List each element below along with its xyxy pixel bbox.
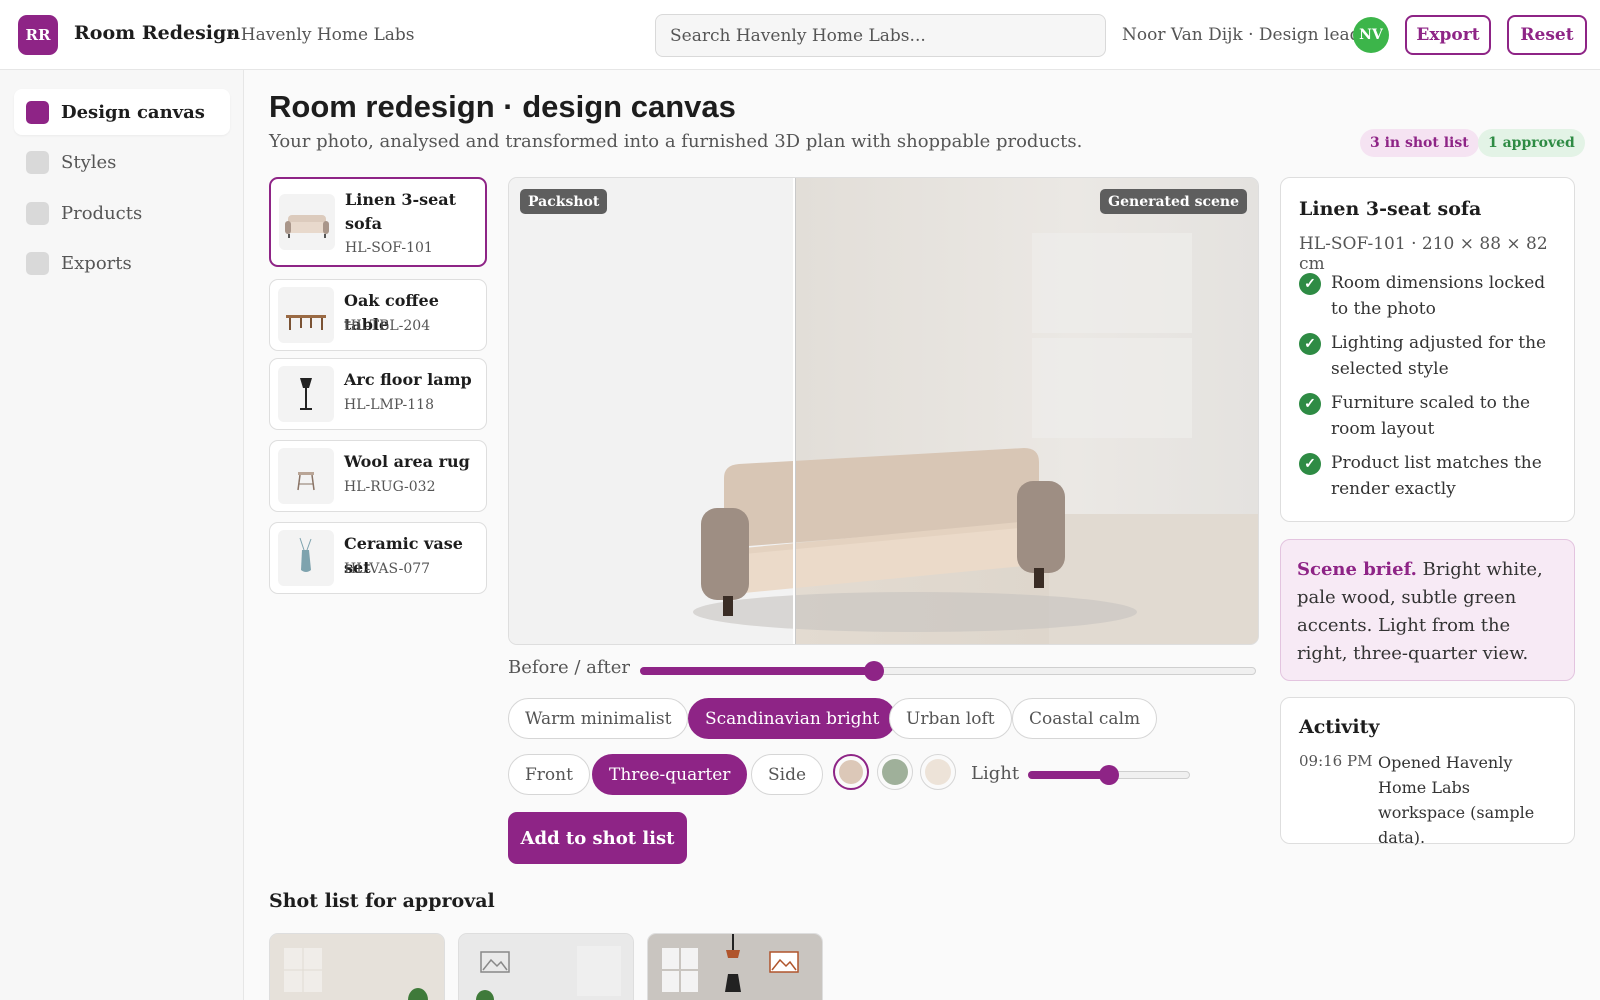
sidebar-item-label: Design canvas [61,101,205,123]
sofa-icon [279,194,335,250]
check-circle-icon: ✓ [1299,393,1321,415]
product-card-area-rug[interactable]: Wool area rug HL-RUG-032 [269,440,487,512]
check-item: ✓ Product list matches the render exactl… [1299,450,1561,502]
style-chip-warm-minimalist[interactable]: Warm minimalist [508,698,689,739]
slider-thumb[interactable] [1099,765,1119,785]
slider-thumb[interactable] [864,661,885,681]
slider-fill [1028,771,1109,779]
check-circle-icon: ✓ [1299,273,1321,295]
reset-button[interactable]: Reset [1507,15,1587,55]
product-card-floor-lamp[interactable]: Arc floor lamp HL-LMP-118 [269,358,487,430]
sidebar-item-products[interactable]: Products [14,190,230,236]
product-sku: HL-RUG-032 [344,479,436,495]
product-sku: HL-SOF-101 [345,240,433,256]
generated-scene-tag: Generated scene [1100,189,1247,214]
activity-time: 09:16 PM [1299,752,1373,770]
sidebar-item-label: Products [61,202,143,224]
color-swatch-beige[interactable] [833,754,869,790]
stool-icon [278,448,334,504]
check-circle-icon: ✓ [1299,333,1321,355]
shot-list-title: Shot list for approval [269,890,495,912]
app-logo[interactable]: RR [18,15,58,55]
product-card-sofa[interactable]: Linen 3-seat sofa HL-SOF-101 [269,177,487,267]
sidebar-item-exports[interactable]: Exports [14,240,230,286]
nav-square-icon [26,201,49,225]
selected-product-meta: HL-SOF-101 · 210 × 88 × 82 cm [1299,234,1548,274]
sidebar-item-label: Exports [61,252,132,274]
shot-list-count-badge: 3 in shot list [1360,129,1479,157]
view-chip-three-quarter[interactable]: Three-quarter [592,754,748,795]
page-title: Room redesign · design canvas [269,89,736,124]
sidebar: Design canvas Styles Products Exports [0,70,244,1000]
product-sku: HL-LMP-118 [344,397,434,413]
scene-thumbnail-image [459,934,633,1000]
activity-panel: Activity 09:16 PM Opened Havenly Home La… [1280,697,1575,847]
activity-text: Opened Havenly Home Labs workspace (samp… [1378,753,1535,847]
activity-title: Activity [1299,716,1380,738]
before-after-label: Before / after [508,657,631,678]
product-name: Arc floor lamp [344,370,472,389]
selected-product-panel: Linen 3-seat sofa HL-SOF-101 · 210 × 88 … [1280,177,1575,522]
canvas-scene [509,178,1258,644]
check-circle-icon: ✓ [1299,453,1321,475]
before-after-slider[interactable] [640,659,1256,683]
avatar[interactable]: NV [1353,17,1389,53]
table-icon [278,287,334,343]
scene-thumbnail-image [648,934,822,1000]
scene-brief-label: Scene brief. [1297,559,1417,580]
shot-thumbnail[interactable] [269,933,445,1000]
style-chip-coastal-calm[interactable]: Coastal calm [1012,698,1158,739]
check-item: ✓ Furniture scaled to the room layout [1299,390,1561,442]
nav-square-icon [26,150,49,174]
product-name: Wool area rug [344,452,470,471]
vase-icon [278,530,334,586]
scene-brief: Scene brief. Bright white, pale wood, su… [1280,539,1575,681]
nav-square-icon [26,251,49,275]
user-name: Noor Van Dijk · Design lead [1122,25,1361,45]
slider-fill [640,667,875,675]
check-item: ✓ Lighting adjusted for the selected sty… [1299,330,1561,382]
view-chip-front[interactable]: Front [508,754,590,795]
product-sku: HL-TBL-204 [344,318,431,334]
nav-square-icon [26,100,49,124]
product-sku: HL-VAS-077 [344,561,431,577]
shot-thumbnail[interactable] [458,933,634,1000]
search-input[interactable] [655,14,1106,57]
color-swatch-sage[interactable] [877,754,913,790]
selected-product-name: Linen 3-seat sofa [1299,198,1482,220]
top-bar: RR Room Redesign · Havenly Home Labs Noo… [0,0,1600,70]
sidebar-item-styles[interactable]: Styles [14,139,230,185]
approved-count-badge: 1 approved [1478,129,1585,157]
page-subtitle: Your photo, analysed and transformed int… [269,131,1083,152]
product-card-vase-set[interactable]: Ceramic vase set HL-VAS-077 [269,522,487,594]
style-chip-urban-loft[interactable]: Urban loft [889,698,1012,739]
sidebar-item-design-canvas[interactable]: Design canvas [14,89,230,135]
color-swatch-cream[interactable] [920,754,956,790]
packshot-tag: Packshot [520,189,608,214]
add-to-shot-list-button[interactable]: Add to shot list [508,812,687,864]
export-button[interactable]: Export [1405,15,1491,55]
app-title: Room Redesign [74,22,241,44]
product-name: Linen 3-seat sofa [345,190,457,233]
lamp-icon [278,366,334,422]
workspace-name: · Havenly Home Labs [230,25,415,45]
check-item: ✓ Room dimensions locked to the photo [1299,270,1561,322]
shot-thumbnail[interactable] [647,933,823,1000]
product-card-coffee-table[interactable]: Oak coffee table HL-TBL-204 [269,279,487,351]
style-chip-scandinavian-bright[interactable]: Scandinavian bright [688,698,897,739]
view-chip-side[interactable]: Side [751,754,824,795]
design-canvas[interactable]: Packshot Generated scene [508,177,1259,645]
scene-thumbnail-image [270,934,444,1000]
light-label: Light [971,763,1020,784]
sidebar-item-label: Styles [61,151,117,173]
light-slider[interactable] [1028,763,1190,787]
